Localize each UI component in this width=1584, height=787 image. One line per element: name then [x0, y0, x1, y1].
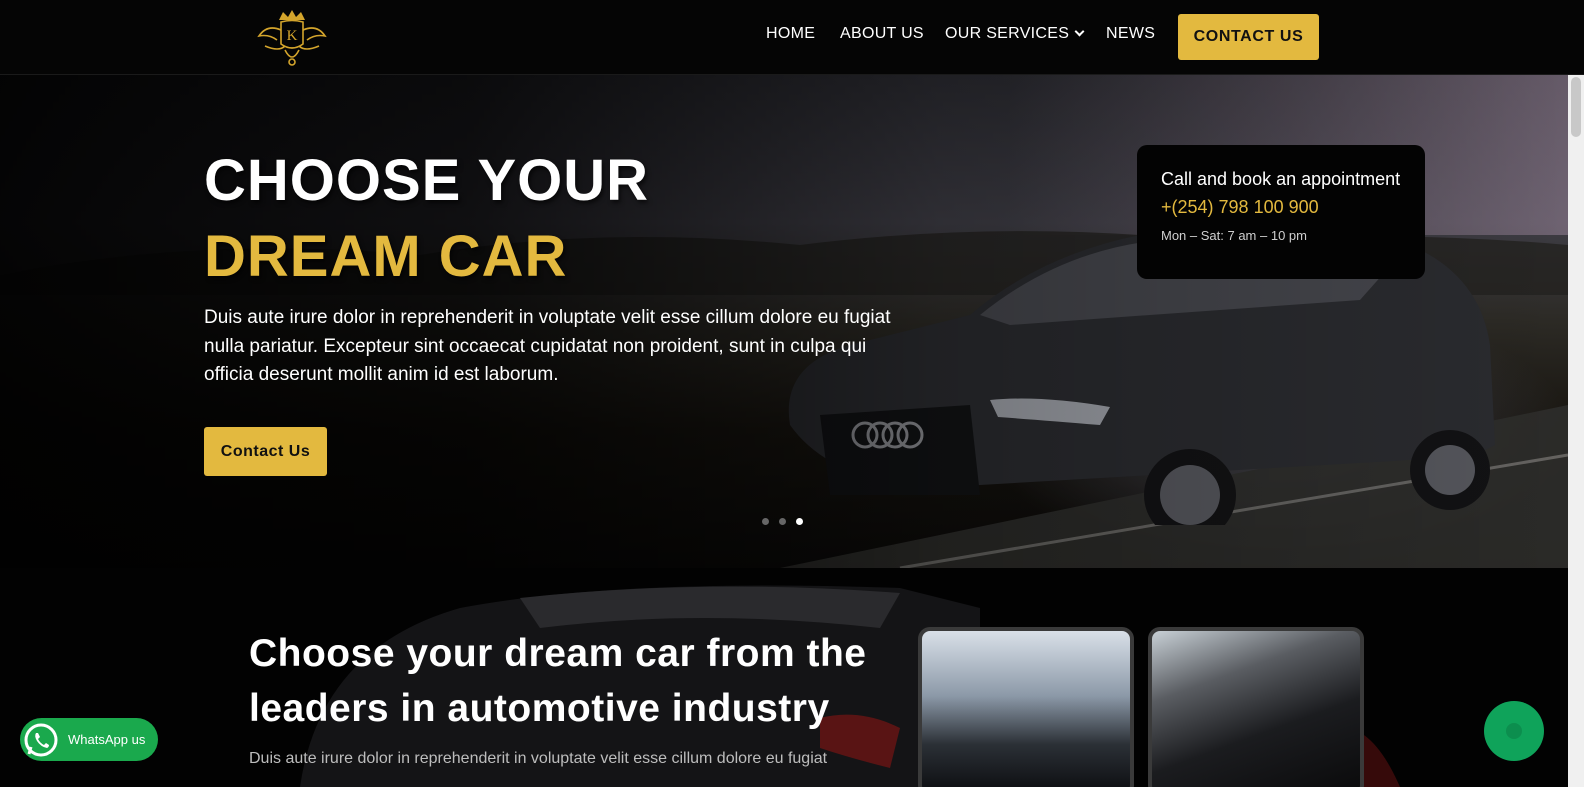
hero-contact-us-button[interactable]: Contact Us	[204, 427, 327, 476]
hero-slider: CHOOSE YOUR DREAM CAR Duis aute irure do…	[0, 75, 1568, 568]
chevron-down-icon	[1074, 26, 1085, 37]
gallery-image-interior[interactable]	[1148, 627, 1364, 787]
chat-widget-button[interactable]	[1484, 701, 1544, 761]
hero-title-line1: CHOOSE YOUR	[204, 148, 650, 213]
slider-dot-3[interactable]	[796, 518, 803, 525]
slider-dots	[762, 518, 803, 525]
whatsapp-icon	[21, 719, 61, 760]
gallery-image-showroom[interactable]	[918, 627, 1134, 787]
chat-icon	[1506, 723, 1522, 739]
booking-title: Call and book an appointment	[1161, 169, 1401, 189]
main-nav: HOME ABOUT US OUR SERVICES NEWS CONTACT …	[0, 0, 1584, 75]
booking-phone-link[interactable]: +(254) 798 100 900	[1161, 197, 1401, 218]
whatsapp-label: WhatsApp us	[68, 732, 146, 747]
section-description: Duis aute irure dolor in reprehenderit i…	[249, 750, 828, 767]
contact-us-button[interactable]: CONTACT US	[1178, 14, 1319, 60]
scrollbar-thumb[interactable]	[1571, 77, 1581, 137]
booking-hours: Mon – Sat: 7 am – 10 pm	[1161, 228, 1307, 243]
hero-title-line2: DREAM CAR	[204, 224, 568, 289]
slider-dot-1[interactable]	[762, 518, 769, 525]
booking-card: Call and book an appointment +(254) 798 …	[1137, 145, 1425, 279]
nav-our-services[interactable]: OUR SERVICES	[945, 25, 1085, 43]
nav-our-services-label: OUR SERVICES	[945, 25, 1070, 42]
intro-section: Choose your dream car from the leaders i…	[0, 568, 1568, 787]
nav-home[interactable]: HOME	[766, 25, 815, 43]
site-header: K HOME ABOUT US OUR SERVICES NEWS CONTAC…	[0, 0, 1584, 75]
section-title: Choose your dream car from the leaders i…	[249, 632, 867, 730]
page-scrollbar[interactable]	[1568, 75, 1584, 787]
slider-dot-2[interactable]	[779, 518, 786, 525]
hero-description: Duis aute irure dolor in reprehenderit i…	[204, 307, 891, 385]
nav-news[interactable]: NEWS	[1106, 25, 1155, 43]
whatsapp-button[interactable]: WhatsApp us	[20, 718, 158, 761]
nav-about-us[interactable]: ABOUT US	[840, 25, 924, 43]
